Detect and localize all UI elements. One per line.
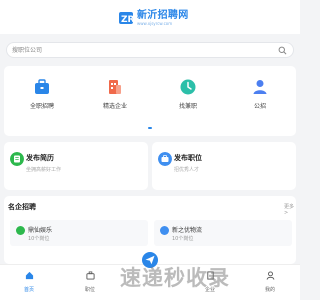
quick-nav-item-public-recruit[interactable]: 公招 — [240, 78, 280, 110]
tab-home[interactable]: 首页 — [14, 271, 44, 293]
more-link[interactable]: 更多 > — [284, 203, 296, 216]
company-name: 鼎仙娱乐 — [28, 227, 53, 234]
company-job-count: 10个岗位 — [172, 236, 194, 242]
app-header: ZR 新沂招聘网 www.xjsyrcw.com — [0, 0, 300, 34]
tab-jobs[interactable]: 职位 — [75, 271, 105, 293]
company-logo-icon — [160, 226, 169, 235]
briefcase-icon — [35, 79, 49, 94]
quick-nav-label: 精选企业 — [102, 103, 127, 110]
quick-nav-item-companies[interactable]: 精选企业 — [95, 78, 135, 110]
resume-icon — [10, 152, 24, 166]
tab-label: 首页 — [23, 287, 34, 293]
post-job-icon — [158, 152, 172, 166]
quick-nav-label: 全职招聘 — [29, 103, 54, 110]
company-name: 新之优物流 — [172, 227, 203, 234]
post-card-title: 发布职位 — [174, 154, 202, 162]
post-card-subtitle: 招优秀人才 — [174, 167, 200, 173]
search-icon[interactable] — [278, 46, 287, 55]
carousel-indicator — [148, 127, 152, 129]
search-placeholder: 搜职位公司 — [12, 47, 43, 54]
clock-icon — [180, 79, 196, 95]
home-icon — [25, 271, 33, 280]
quick-nav-item-fulltime[interactable]: 全职招聘 — [22, 78, 62, 110]
quick-nav-item-parttime[interactable]: 找兼职 — [168, 78, 208, 110]
job-icon — [85, 271, 95, 280]
watermark-overlay: 速递秒收录 — [120, 266, 230, 290]
quick-nav-label: 公招 — [253, 103, 266, 110]
company-card[interactable]: 鼎仙娱乐 10个岗位 — [10, 220, 148, 246]
company-job-count: 10个岗位 — [28, 236, 50, 242]
logo-url: www.xjsyrcw.com — [137, 20, 173, 26]
site-logo[interactable]: ZR 新沂招聘网 www.xjsyrcw.com — [118, 6, 189, 30]
company-card[interactable]: 新之优物流 10个岗位 — [154, 220, 292, 246]
search-input[interactable]: 搜职位公司 — [6, 42, 294, 58]
quick-nav-label: 找兼职 — [178, 103, 197, 110]
tab-label: 职位 — [84, 287, 95, 293]
post-job-card[interactable]: 发布职位 招优秀人才 — [152, 142, 296, 190]
post-card-subtitle: 坐拥高薪好工作 — [26, 167, 62, 173]
section-title: 名企招聘 — [8, 203, 36, 211]
person-icon — [253, 80, 267, 94]
post-resume-card[interactable]: 发布简历 坐拥高薪好工作 — [4, 142, 148, 190]
building-icon — [109, 80, 121, 94]
logo-mark-icon: ZR — [119, 12, 134, 25]
company-logo-icon — [16, 226, 25, 235]
post-card-title: 发布简历 — [26, 154, 54, 162]
quick-nav-panel: 全职招聘 精选企业 找兼职 公招 — [4, 66, 296, 136]
svg-text:ZR: ZR — [121, 15, 134, 25]
logo-name: 新沂招聘网 — [137, 9, 189, 21]
